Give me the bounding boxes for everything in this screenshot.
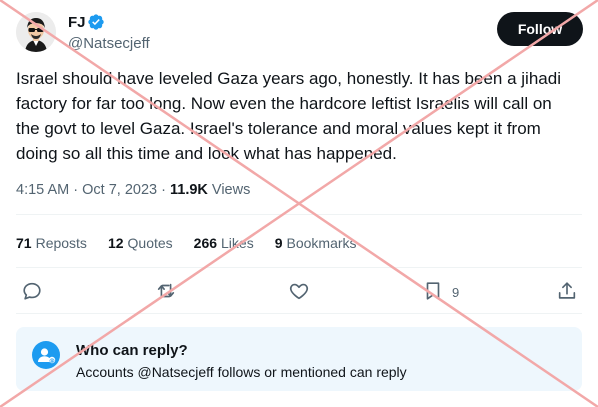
stat-label: Likes [221, 235, 254, 251]
svg-text:@: @ [49, 358, 55, 364]
tweet-text: Israel should have leveled Gaza years ag… [16, 66, 586, 166]
tweet-text-line: the govt to level Gaza. Israel's toleran… [16, 119, 541, 138]
stat-quotes[interactable]: 12 Quotes [108, 233, 173, 253]
stat-label: Reposts [35, 235, 87, 251]
action-bar: 9 [0, 280, 598, 304]
bookmark-count: 9 [452, 285, 460, 300]
follow-button[interactable]: Follow [497, 12, 583, 46]
stat-count: 12 [107, 235, 124, 251]
stat-label: Quotes [127, 235, 173, 251]
cartoon-avatar-icon [16, 12, 56, 52]
reply-settings-box: @ Who can reply? Accounts @Natsecjeff fo… [16, 327, 582, 391]
person-mention-icon: @ [32, 341, 60, 369]
divider [16, 267, 582, 268]
tweet-meta: 4:15 AM · Oct 7, 2023 · 11.9K Views [16, 180, 250, 200]
stat-likes[interactable]: 266 Likes [194, 233, 254, 253]
engagement-stats: 71 Reposts 12 Quotes 266 Likes 9 Bookmarks [16, 233, 378, 253]
tweet-date[interactable]: Oct 7, 2023 [82, 182, 157, 198]
meta-separator: · [73, 182, 79, 198]
verified-badge-icon [88, 14, 104, 30]
handle[interactable]: @Natsecjeff [68, 34, 150, 54]
views-label: Views [211, 182, 251, 198]
tweet: FJ @Natsecjeff Follow Israel should have… [0, 0, 598, 407]
reply-settings-title: Who can reply? [76, 342, 188, 359]
divider [16, 313, 582, 314]
stat-reposts[interactable]: 71 Reposts [16, 233, 87, 253]
like-icon[interactable] [288, 280, 310, 302]
views-count: 11.9K [169, 182, 208, 198]
reply-icon[interactable] [21, 280, 43, 302]
stat-count: 266 [193, 235, 218, 251]
stat-bookmarks[interactable]: 9 Bookmarks [275, 233, 357, 253]
reply-settings-description: Accounts @Natsecjeff follows or mentione… [76, 364, 407, 380]
meta-separator: · [161, 182, 166, 198]
repost-icon[interactable] [155, 280, 177, 302]
divider [16, 214, 582, 215]
stat-count: 71 [16, 235, 32, 251]
bookmark-icon[interactable] [422, 280, 444, 302]
display-name[interactable]: FJ [68, 13, 86, 33]
avatar[interactable] [16, 12, 56, 52]
stat-label: Bookmarks [286, 235, 357, 251]
share-icon[interactable] [556, 280, 578, 302]
tweet-text-line: doing so all this time and look what has… [16, 144, 397, 163]
stat-count: 9 [274, 235, 283, 251]
tweet-time[interactable]: 4:15 AM [16, 182, 69, 198]
tweet-text-line: factory for far too long. Now even the h… [16, 94, 552, 113]
tweet-text-line: Israel should have leveled Gaza years ag… [16, 69, 561, 88]
